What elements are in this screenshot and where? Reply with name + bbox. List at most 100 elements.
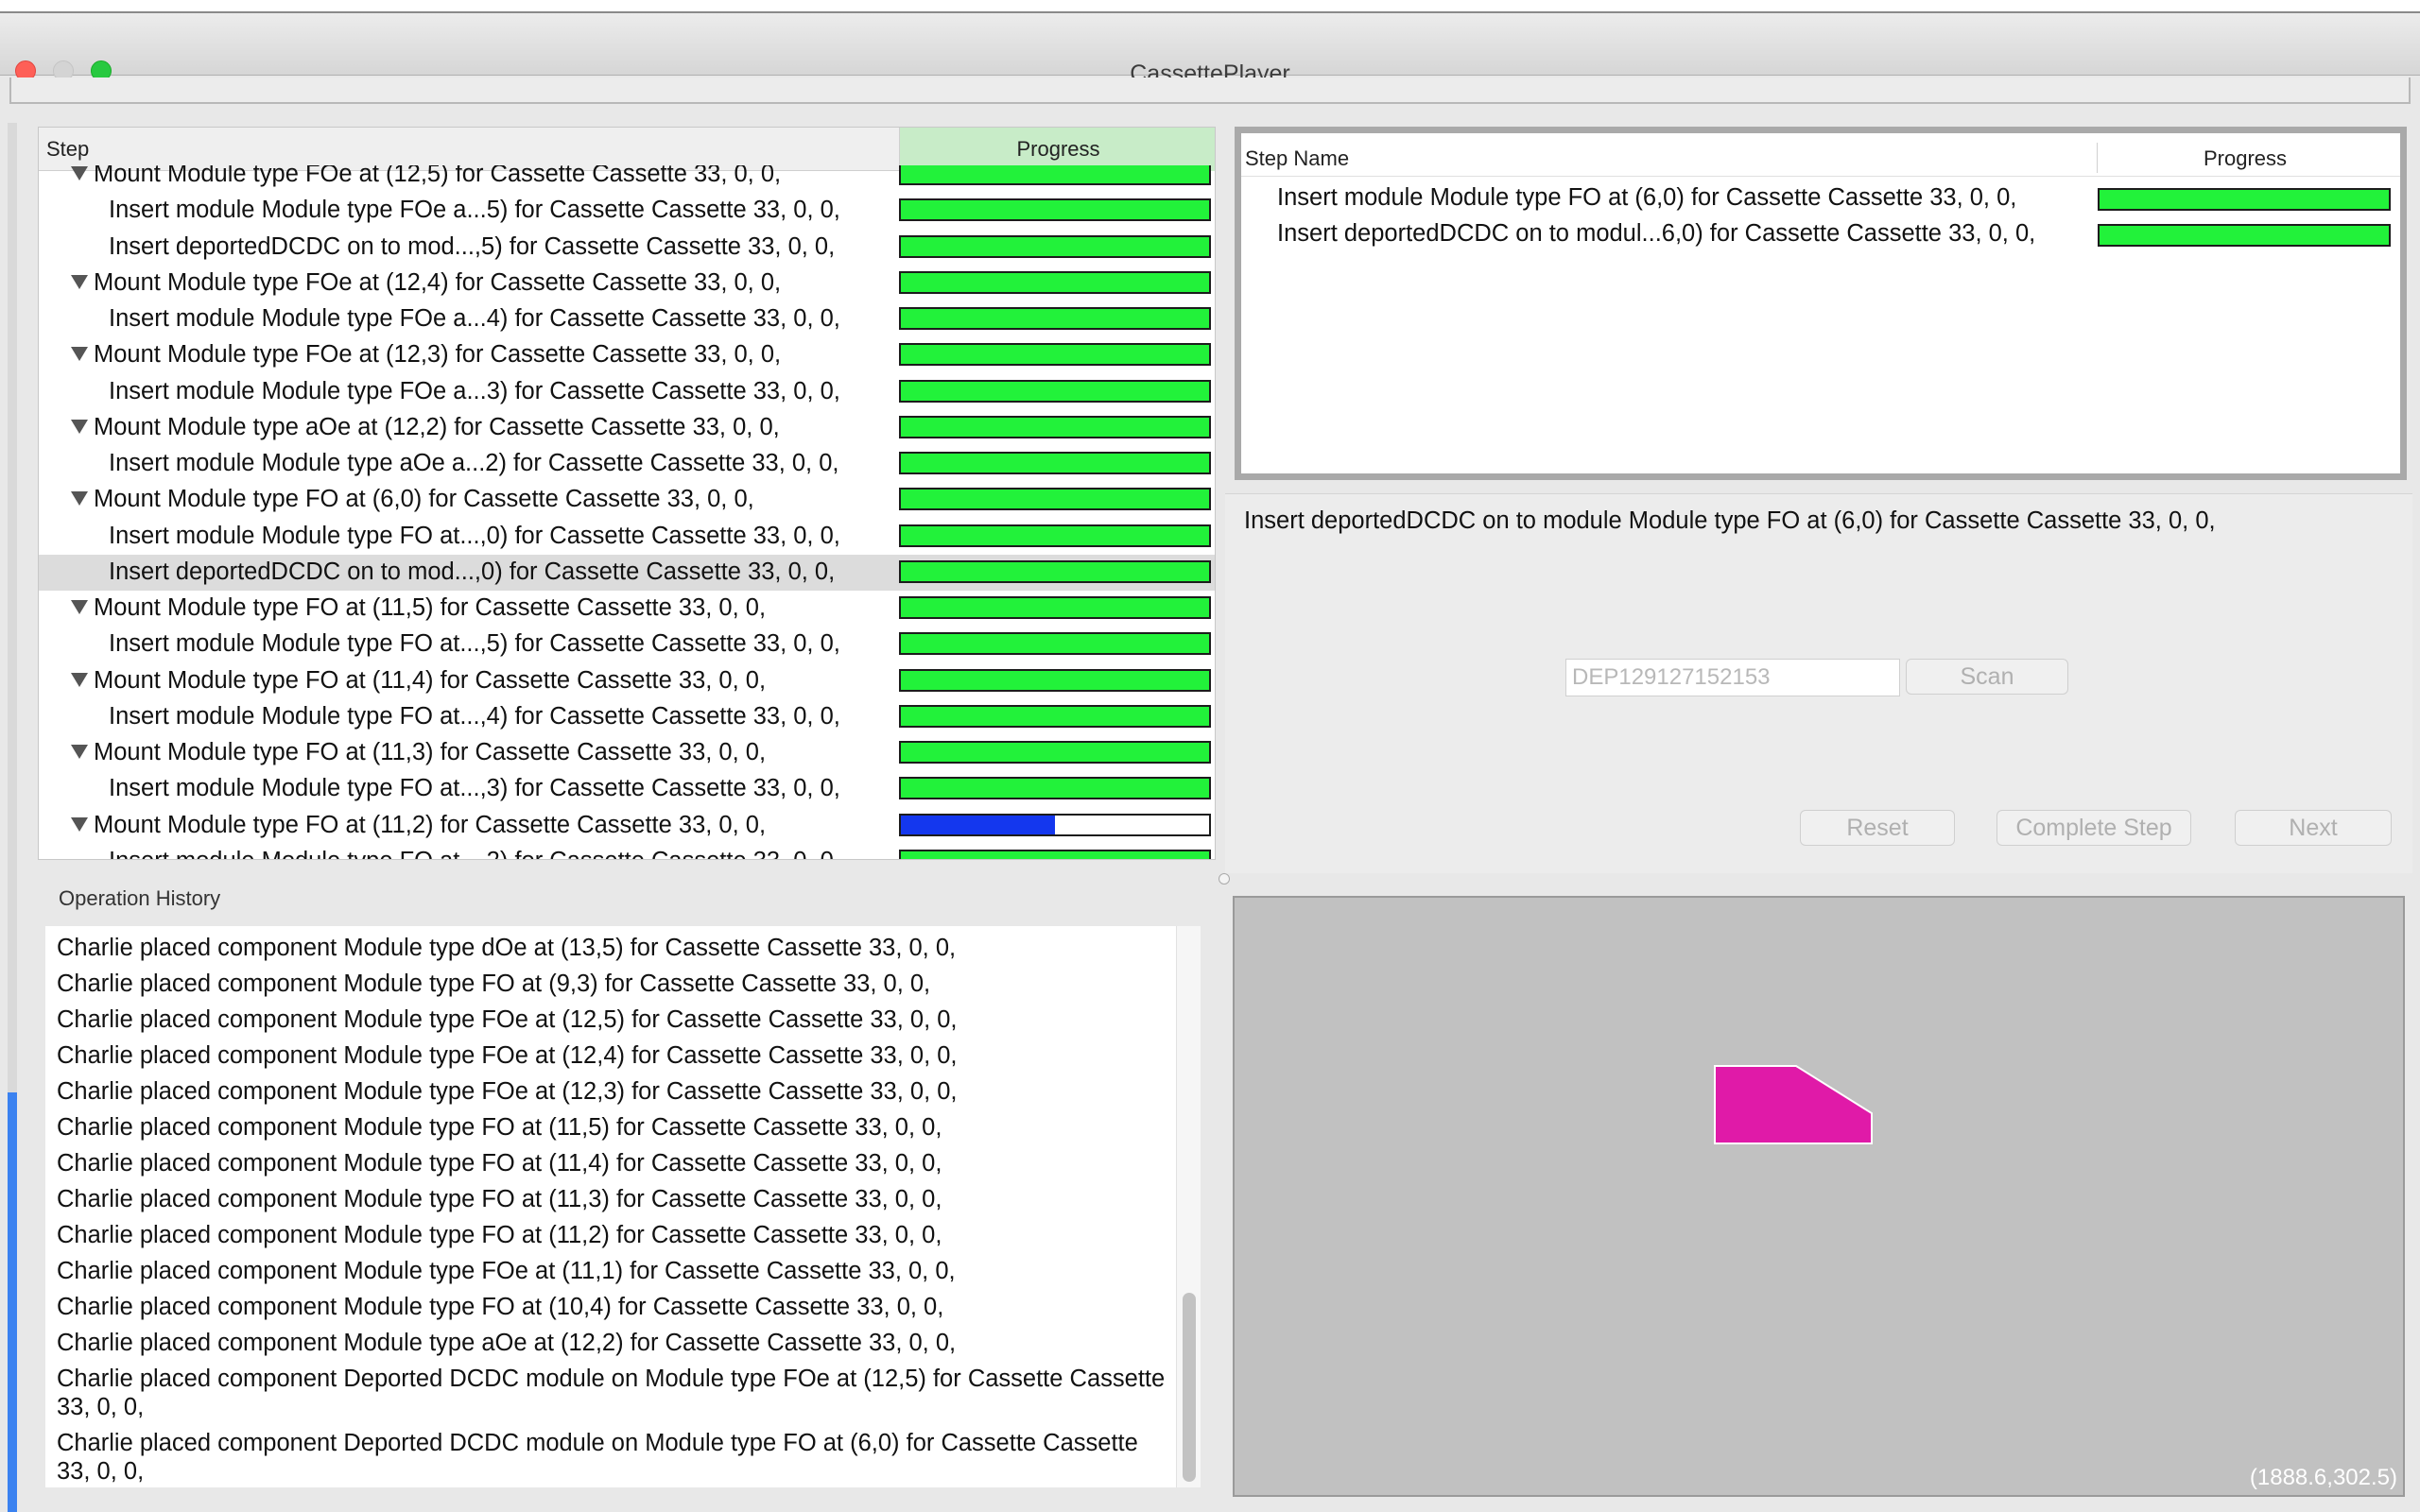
reset-button[interactable]: Reset [1800, 810, 1955, 846]
step-row[interactable]: Insert module Module type FO at...,0) fo… [39, 519, 1215, 555]
expand-triangle-icon[interactable] [71, 816, 88, 832]
step-row[interactable]: Mount Module type FO at (11,3) for Casse… [39, 735, 1215, 771]
expand-triangle-icon[interactable] [71, 491, 88, 507]
step-row[interactable]: Mount Module type FO at (11,5) for Casse… [39, 591, 1215, 627]
step-progress-fill [901, 454, 1209, 472]
module-shape[interactable] [1714, 1065, 1873, 1144]
step-progress-fill [901, 706, 1209, 726]
step-progress-fill [901, 381, 1209, 401]
step-row[interactable]: Insert module Module type FO at...,4) fo… [39, 699, 1215, 735]
step-row[interactable]: Mount Module type FO at (6,0) for Casset… [39, 482, 1215, 518]
steps-tree-body: Mount Module type FOe at (12,5) for Cass… [39, 165, 1215, 859]
cassette-canvas[interactable]: (1888.6,302.5) [1233, 896, 2405, 1497]
step-progress-bar [899, 741, 1211, 764]
step-row[interactable]: Insert module Module type FOe a...4) for… [39, 301, 1215, 337]
expand-triangle-icon[interactable] [71, 419, 88, 434]
next-button[interactable]: Next [2235, 810, 2392, 846]
step-progress-fill [901, 743, 1209, 762]
substep-row[interactable]: Insert deportedDCDC on to modul...6,0) f… [1241, 216, 2400, 252]
step-progress-bar [899, 198, 1211, 222]
step-label: Insert module Module type aOe a...2) for… [109, 450, 839, 476]
step-row[interactable]: Mount Module type FO at (11,4) for Casse… [39, 663, 1215, 699]
step-progress-bar [899, 849, 1211, 859]
expand-triangle-icon[interactable] [71, 600, 88, 614]
step-label: Insert module Module type FOe a...3) for… [109, 377, 840, 404]
col-step-name-header[interactable]: Step Name [1245, 146, 1349, 171]
substeps-body: Insert module Module type FO at (6,0) fo… [1241, 180, 2400, 464]
step-row[interactable]: Insert module Module type FOe a...5) for… [39, 193, 1215, 229]
expand-triangle-icon[interactable] [71, 166, 88, 180]
step-progress-fill [901, 850, 1209, 859]
coordinate-readout: (1888.6,302.5) [2249, 1465, 2397, 1490]
col-progress-header: Progress [1016, 137, 1100, 161]
step-label: Insert module Module type FO at...,2) fo… [109, 848, 840, 859]
step-progress-bar [899, 379, 1211, 403]
step-description: Insert deportedDCDC on to module Module … [1244, 507, 2216, 534]
step-progress-fill [901, 779, 1209, 799]
step-detail-panel: Insert deportedDCDC on to module Module … [1225, 493, 2412, 873]
step-progress-bar [899, 343, 1211, 367]
substep-label: Insert deportedDCDC on to modul...6,0) f… [1277, 220, 2036, 247]
history-entries: Charlie placed component Module type dOe… [45, 926, 1180, 1487]
step-label: Mount Module type FOe at (12,4) for Cass… [94, 268, 782, 296]
step-label: Insert module Module type FO at...,0) fo… [109, 522, 840, 549]
step-progress-fill [901, 634, 1209, 654]
step-progress-bar [899, 165, 1211, 185]
cassette-view [1714, 1065, 1873, 1144]
scan-input[interactable]: DEP129127152153 [1565, 659, 1900, 696]
step-row[interactable]: Mount Module type FOe at (12,5) for Cass… [39, 165, 1215, 193]
substeps-header: Step Name Progress [1241, 139, 2400, 177]
step-progress-fill [901, 417, 1209, 437]
step-row[interactable]: Insert deportedDCDC on to mod...,5) for … [39, 230, 1215, 266]
history-list[interactable]: Charlie placed component Module type dOe… [45, 926, 1201, 1487]
step-row[interactable]: Insert module Module type FO at...,3) fo… [39, 771, 1215, 807]
step-progress-fill [901, 670, 1209, 690]
step-progress-bar [899, 488, 1211, 511]
substep-row[interactable]: Insert module Module type FO at (6,0) fo… [1241, 180, 2400, 216]
step-row[interactable]: Mount Module type FO at (11,2) for Casse… [39, 808, 1215, 844]
col-progress-header-sub[interactable]: Progress [2204, 146, 2287, 171]
step-label: Mount Module type FOe at (12,5) for Cass… [94, 165, 782, 187]
substeps-table[interactable]: Step Name Progress Insert module Module … [1241, 133, 2400, 473]
steps-tree[interactable]: Step Progress Mount Module type FOe at (… [38, 127, 1216, 860]
step-row[interactable]: Insert module Module type aOe a...2) for… [39, 446, 1215, 482]
step-row[interactable]: Insert module Module type FOe a...3) for… [39, 374, 1215, 410]
step-label: Insert deportedDCDC on to mod...,5) for … [109, 232, 836, 260]
step-label: Mount Module type FO at (11,5) for Casse… [94, 594, 767, 621]
history-entry: Charlie placed component Module type dOe… [57, 935, 957, 961]
step-progress-fill [901, 309, 1209, 328]
expand-triangle-icon[interactable] [71, 672, 88, 687]
step-row[interactable]: Insert module Module type FO at...,2) fo… [39, 844, 1215, 859]
expand-triangle-icon[interactable] [71, 347, 88, 362]
step-label: Insert module Module type FOe a...5) for… [109, 197, 840, 224]
col-step-header[interactable]: Step [46, 137, 89, 162]
step-progress-fill [901, 525, 1209, 545]
history-entry: Charlie placed component Deported DCDC m… [57, 1366, 1166, 1420]
step-progress-fill [901, 490, 1209, 509]
step-progress-bar [899, 524, 1211, 547]
title-bar[interactable]: CassettePlayer [0, 13, 2420, 87]
expand-triangle-icon[interactable] [71, 274, 88, 289]
complete-step-button[interactable]: Complete Step [1996, 810, 2191, 846]
history-entry: Charlie placed component Deported DCDC m… [57, 1430, 1138, 1485]
step-progress-bar [899, 452, 1211, 474]
scan-button[interactable]: Scan [1906, 659, 2068, 695]
step-progress-bar [899, 704, 1211, 728]
step-row[interactable]: Insert deportedDCDC on to mod...,0) for … [39, 554, 1215, 591]
step-label: Mount Module type FO at (11,2) for Casse… [94, 811, 767, 838]
splitter-handle[interactable] [1219, 873, 1230, 885]
history-entry: Charlie placed component Module type aOe… [57, 1330, 957, 1356]
step-progress-bar [899, 270, 1211, 294]
substeps-col-divider [2097, 143, 2098, 173]
step-row[interactable]: Mount Module type FOe at (12,4) for Cass… [39, 266, 1215, 301]
step-row[interactable]: Insert module Module type FO at...,5) fo… [39, 627, 1215, 662]
step-row[interactable]: Mount Module type FOe at (12,3) for Cass… [39, 337, 1215, 373]
history-entry: Charlie placed component Module type FO … [57, 1150, 942, 1177]
step-progress-fill [901, 598, 1209, 617]
expand-triangle-icon[interactable] [71, 745, 88, 759]
step-progress-fill [901, 561, 1209, 581]
history-scrollbar-thumb[interactable] [1183, 1293, 1196, 1482]
step-row[interactable]: Mount Module type aOe at (12,2) for Cass… [39, 410, 1215, 446]
history-scrollbar[interactable] [1176, 926, 1201, 1487]
history-entry: Charlie placed component Module type FOe… [57, 1258, 956, 1284]
